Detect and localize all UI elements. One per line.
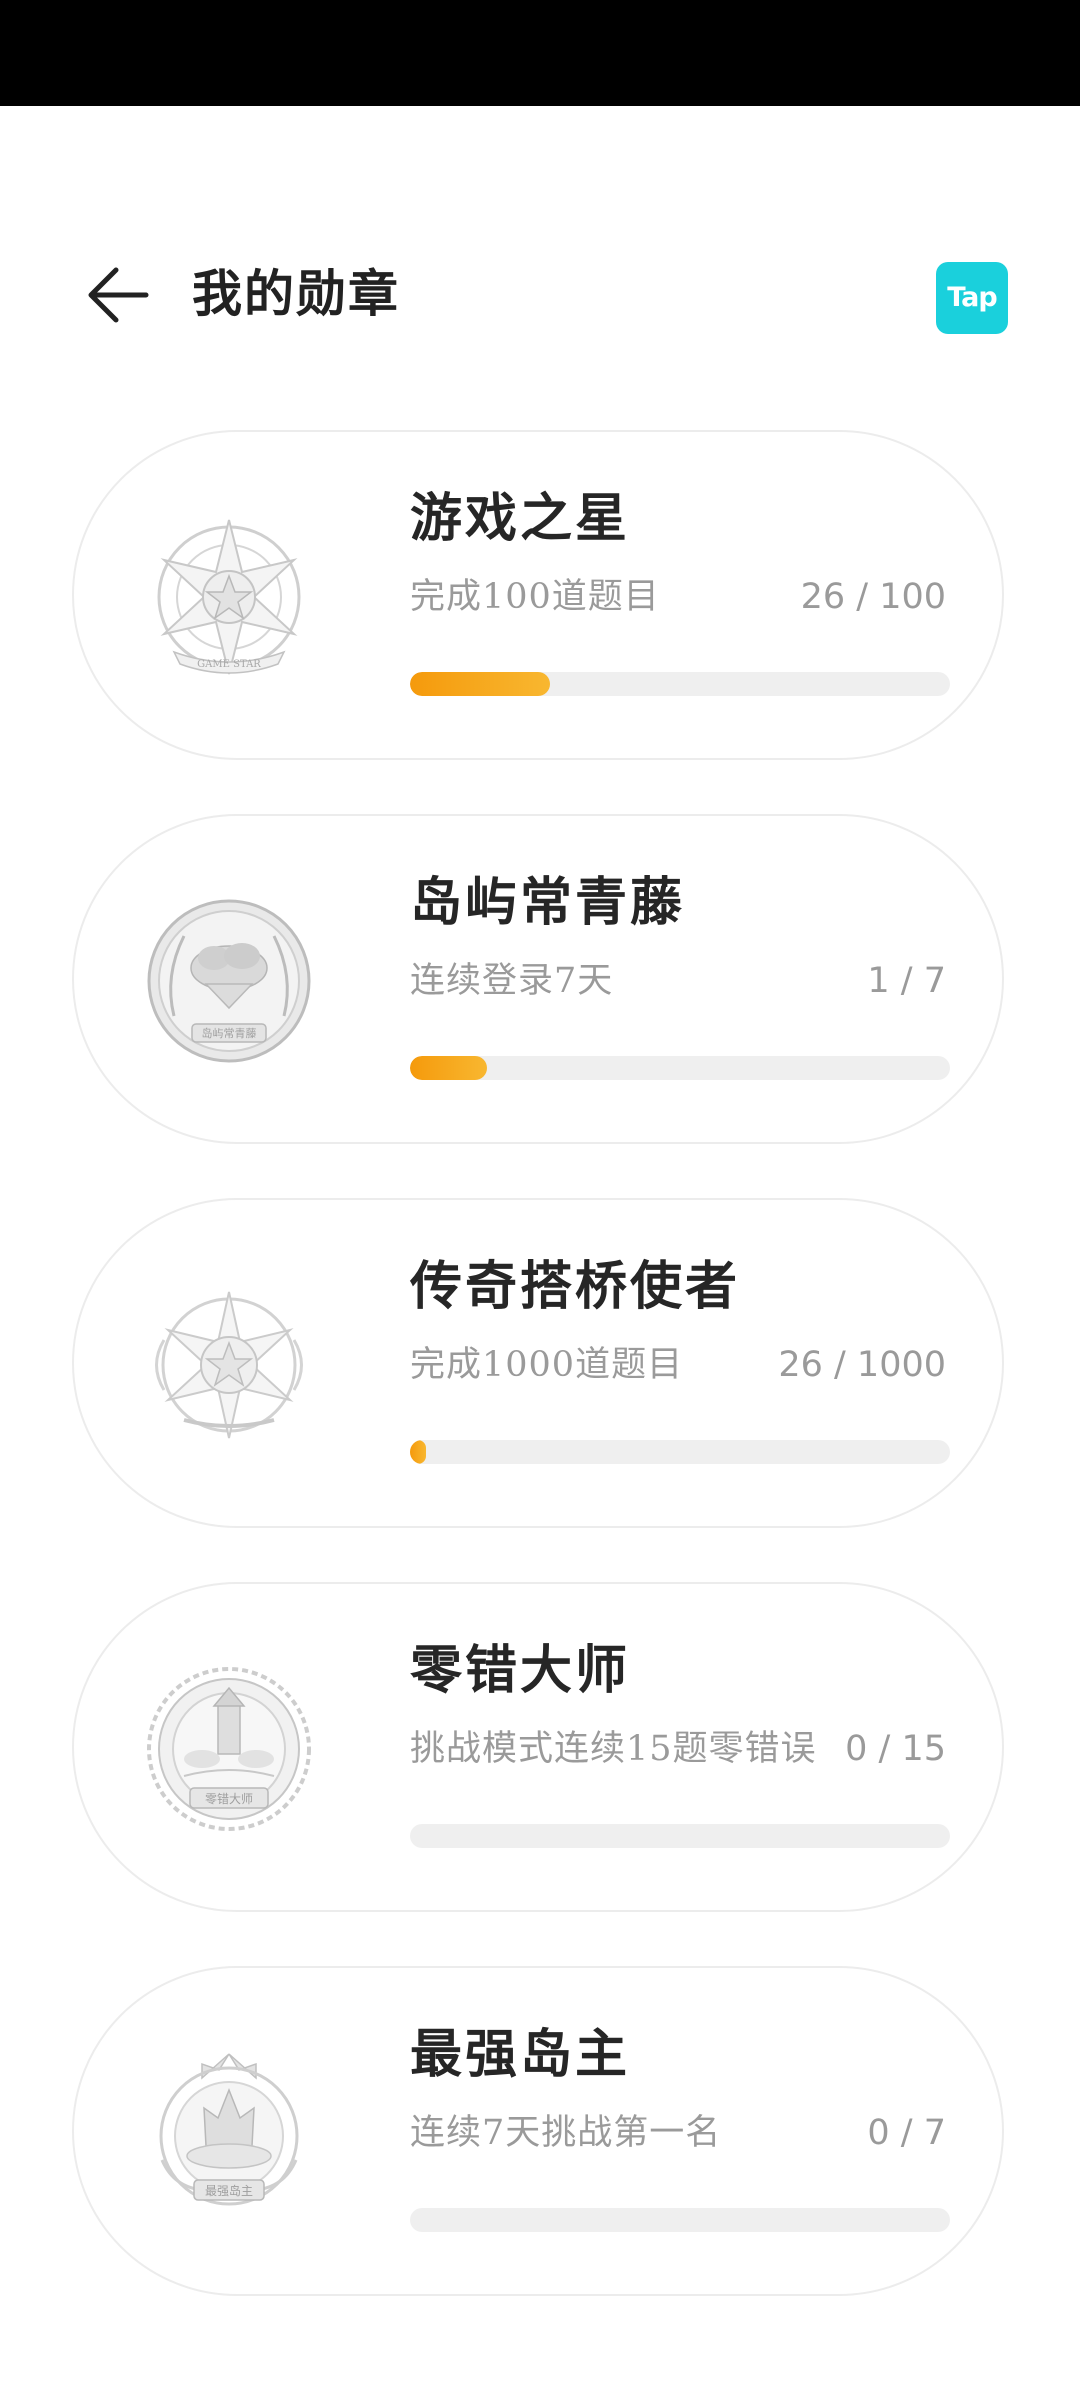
status-bar bbox=[0, 0, 1080, 106]
badge-name: 最强岛主 bbox=[410, 2024, 631, 2085]
medal-label: 零错大师 bbox=[205, 1792, 253, 1806]
medal-label: 最强岛主 bbox=[205, 2183, 253, 2198]
badge-progress-count: 26 / 100 bbox=[788, 572, 946, 622]
progress-bar bbox=[410, 672, 950, 696]
badge-progress-count: 1 / 7 bbox=[855, 956, 946, 1006]
progress-bar bbox=[410, 1440, 950, 1464]
header: 我的勋章 Tap bbox=[0, 240, 1080, 352]
badge-description: 连续7天挑战第一名 bbox=[410, 2113, 722, 2153]
badge-progress-count: 26 / 1000 bbox=[766, 1340, 946, 1390]
badge-card[interactable]: 传奇搭桥使者 完成1000道题目 26 / 1000 bbox=[72, 1198, 1004, 1528]
back-button[interactable] bbox=[80, 260, 160, 330]
badge-list: GAME STAR 游戏之星 完成100道题目 26 / 100 岛屿常青藤 岛… bbox=[72, 430, 1008, 2350]
strongest-island-lord-medal-icon: 最强岛主 bbox=[159, 2053, 299, 2206]
badge-description: 连续登录7天 bbox=[410, 961, 614, 1001]
badge-progress-count: 0 / 7 bbox=[855, 2108, 946, 2158]
badge-name: 岛屿常青藤 bbox=[410, 872, 686, 933]
progress-fill bbox=[410, 1440, 427, 1464]
badge-card[interactable]: 岛屿常青藤 岛屿常青藤 连续登录7天 1 / 7 bbox=[72, 814, 1004, 1144]
legend-bridge-medal-icon bbox=[155, 1291, 303, 1439]
badge-description: 挑战模式连续15题零错误 bbox=[410, 1729, 817, 1769]
page-title: 我的勋章 bbox=[192, 264, 400, 323]
progress-fill bbox=[410, 672, 551, 696]
game-star-medal-icon: GAME STAR bbox=[157, 519, 301, 675]
badge-description: 完成1000道题目 bbox=[410, 1345, 684, 1385]
badge-name: 传奇搭桥使者 bbox=[410, 1256, 741, 1317]
medal-label: GAME STAR bbox=[197, 659, 261, 670]
badge-description: 完成100道题目 bbox=[410, 577, 660, 617]
tap-logo: Tap bbox=[936, 262, 1008, 334]
medal-label: 岛屿常青藤 bbox=[202, 1026, 257, 1040]
progress-fill bbox=[410, 1056, 488, 1080]
progress-bar bbox=[410, 2208, 950, 2232]
progress-bar bbox=[410, 1056, 950, 1080]
badge-progress-count: 0 / 15 bbox=[833, 1724, 946, 1774]
arrow-left-icon bbox=[88, 267, 149, 323]
progress-bar bbox=[410, 1824, 950, 1848]
badge-name: 游戏之星 bbox=[410, 488, 631, 549]
badge-card[interactable]: GAME STAR 游戏之星 完成100道题目 26 / 100 bbox=[72, 430, 1004, 760]
zero-error-master-medal-icon: 零错大师 bbox=[147, 1667, 311, 1831]
badge-card[interactable]: 零错大师 零错大师 挑战模式连续15题零错误 0 / 15 bbox=[72, 1582, 1004, 1912]
island-ivy-medal-icon: 岛屿常青藤 bbox=[147, 899, 311, 1063]
badge-name: 零错大师 bbox=[410, 1640, 631, 1701]
badge-card[interactable]: 最强岛主 最强岛主 连续7天挑战第一名 0 / 7 bbox=[72, 1966, 1004, 2296]
